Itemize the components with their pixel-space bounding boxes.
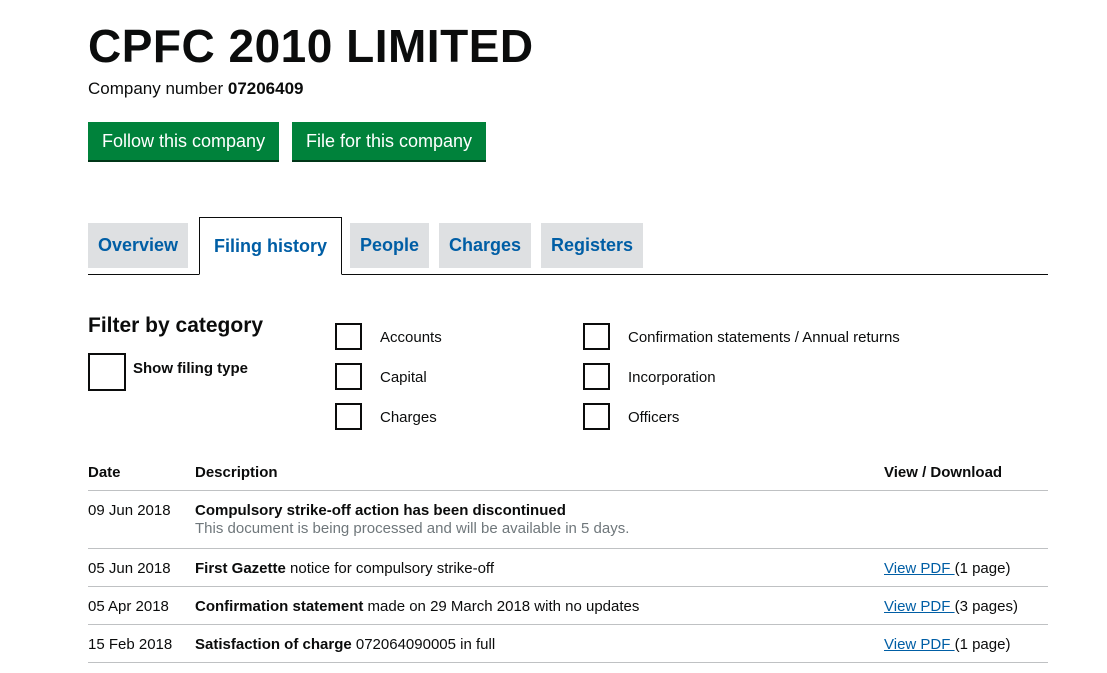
company-number-label: Company number (88, 79, 224, 98)
row-date: 09 Jun 2018 (88, 502, 171, 519)
tab-registers[interactable]: Registers (541, 223, 644, 268)
incorporation-checkbox[interactable] (583, 363, 610, 390)
row-note: This document is being processed and wil… (195, 520, 630, 537)
company-number: Company number 07206409 (88, 79, 304, 99)
table-row: 15 Feb 2018 Satisfaction of charge 07206… (88, 625, 1048, 663)
row-pages: (3 pages) (954, 598, 1018, 615)
tab-bar: Overview Filing history People Charges R… (88, 217, 1048, 275)
company-number-value: 07206409 (227, 79, 304, 98)
row-pages: (1 page) (954, 560, 1011, 577)
column-date: Date (88, 464, 121, 481)
view-pdf-link[interactable]: View PDF (884, 636, 955, 653)
column-view-download: View / Download (884, 464, 1003, 481)
row-description-rest: made on 29 March 2018 with no updates (363, 598, 640, 615)
row-view-download: View PDF (1 page) (884, 560, 1010, 577)
column-description: Description (195, 464, 278, 481)
tab-filing-history[interactable]: Filing history (199, 217, 343, 275)
capital-checkbox[interactable] (335, 363, 362, 390)
confirmation-statements-label: Confirmation statements / Annual returns (628, 329, 900, 346)
row-description: Compulsory strike-off action has been di… (195, 502, 566, 519)
tab-people[interactable]: People (350, 223, 430, 268)
table-row: 05 Jun 2018 First Gazette notice for com… (88, 549, 1048, 587)
tab-charges[interactable]: Charges (439, 223, 532, 268)
tab-overview[interactable]: Overview (88, 223, 189, 268)
capital-label: Capital (380, 369, 427, 386)
row-description-bold: Compulsory strike-off action has been di… (195, 502, 566, 519)
row-description-rest: notice for compulsory strike-off (285, 560, 494, 577)
row-description: Confirmation statement made on 29 March … (195, 598, 639, 615)
incorporation-label: Incorporation (628, 369, 716, 386)
file-for-company-button[interactable]: File for this company (292, 122, 487, 160)
officers-checkbox[interactable] (583, 403, 610, 430)
follow-company-button[interactable]: Follow this company (88, 122, 280, 160)
view-pdf-link[interactable]: View PDF (884, 598, 955, 615)
charges-label: Charges (380, 409, 437, 426)
row-description: First Gazette notice for compulsory stri… (195, 560, 494, 577)
view-pdf-link[interactable]: View PDF (884, 560, 955, 577)
row-description-bold: Satisfaction of charge (195, 636, 352, 653)
row-date: 15 Feb 2018 (88, 636, 173, 653)
table-row: 05 Apr 2018 Confirmation statement made … (88, 587, 1048, 625)
show-filing-type-checkbox[interactable] (88, 353, 126, 391)
accounts-label: Accounts (380, 329, 442, 346)
officers-label: Officers (628, 409, 680, 426)
charges-checkbox[interactable] (335, 403, 362, 430)
show-filing-type-label: Show filing type (133, 360, 248, 377)
row-view-download: View PDF (3 pages) (884, 598, 1018, 615)
accounts-checkbox[interactable] (335, 323, 362, 350)
row-description-bold: Confirmation statement (195, 598, 364, 615)
row-view-download: View PDF (1 page) (884, 636, 1010, 653)
company-name: CPFC 2010 LIMITED (88, 20, 534, 72)
row-description: Satisfaction of charge 072064090005 in f… (195, 636, 495, 653)
row-date: 05 Jun 2018 (88, 560, 171, 577)
row-date: 05 Apr 2018 (88, 598, 169, 615)
row-description-bold: First Gazette (195, 560, 286, 577)
row-pages: (1 page) (954, 636, 1011, 653)
filing-table-header: Date Description View / Download (88, 463, 1048, 491)
table-row: 09 Jun 2018 Compulsory strike-off action… (88, 491, 1048, 549)
filter-title: Filter by category (88, 314, 264, 337)
confirmation-statements-checkbox[interactable] (583, 323, 610, 350)
row-description-rest: 072064090005 in full (351, 636, 496, 653)
